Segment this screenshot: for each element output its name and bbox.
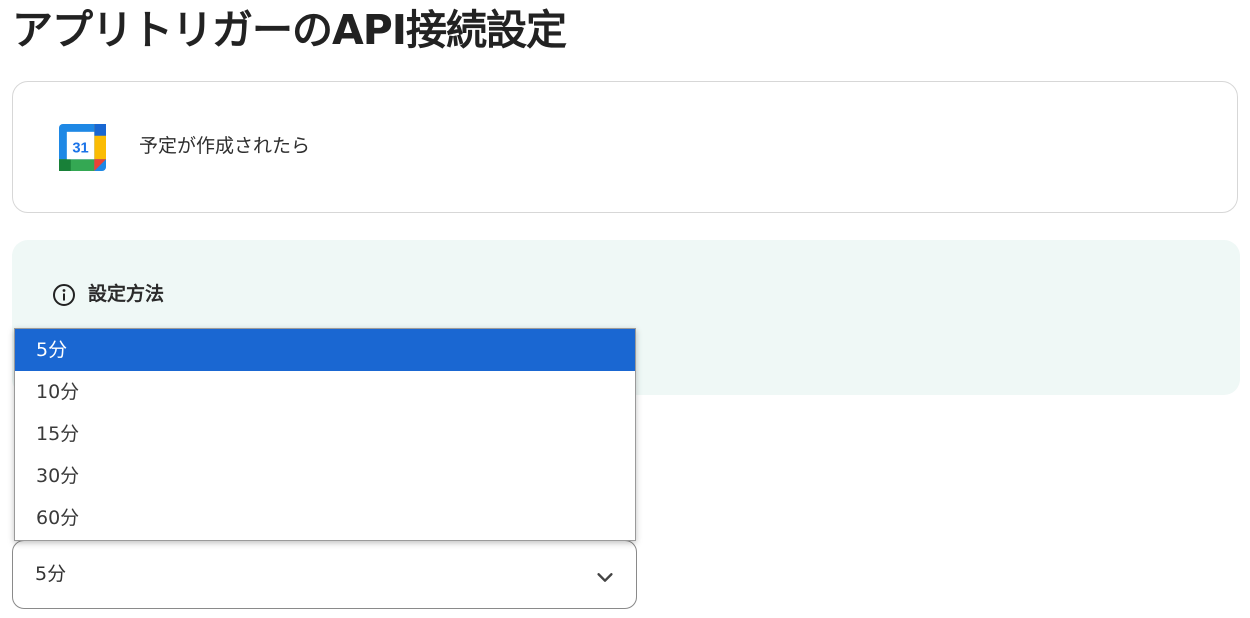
svg-text:31: 31 <box>72 140 88 156</box>
interval-select[interactable]: 5分 <box>12 540 637 609</box>
dropdown-option-10[interactable]: 10分 <box>15 371 635 413</box>
trigger-card[interactable]: 31 予定が作成されたら <box>12 81 1238 213</box>
page-title: アプリトリガーのAPI接続設定 <box>12 6 567 54</box>
select-value: 5分 <box>35 563 67 585</box>
trigger-label: 予定が作成されたら <box>139 135 311 157</box>
interval-dropdown-list: 5分 10分 15分 30分 60分 <box>14 328 636 541</box>
dropdown-option-5[interactable]: 5分 <box>15 329 635 371</box>
chevron-down-icon <box>597 573 613 582</box>
dropdown-option-30[interactable]: 30分 <box>15 455 635 497</box>
info-title: 設定方法 <box>88 283 165 305</box>
google-calendar-icon: 31 <box>59 124 106 171</box>
info-circle-icon <box>53 284 75 306</box>
dropdown-option-60[interactable]: 60分 <box>15 497 635 539</box>
dropdown-option-15[interactable]: 15分 <box>15 413 635 455</box>
